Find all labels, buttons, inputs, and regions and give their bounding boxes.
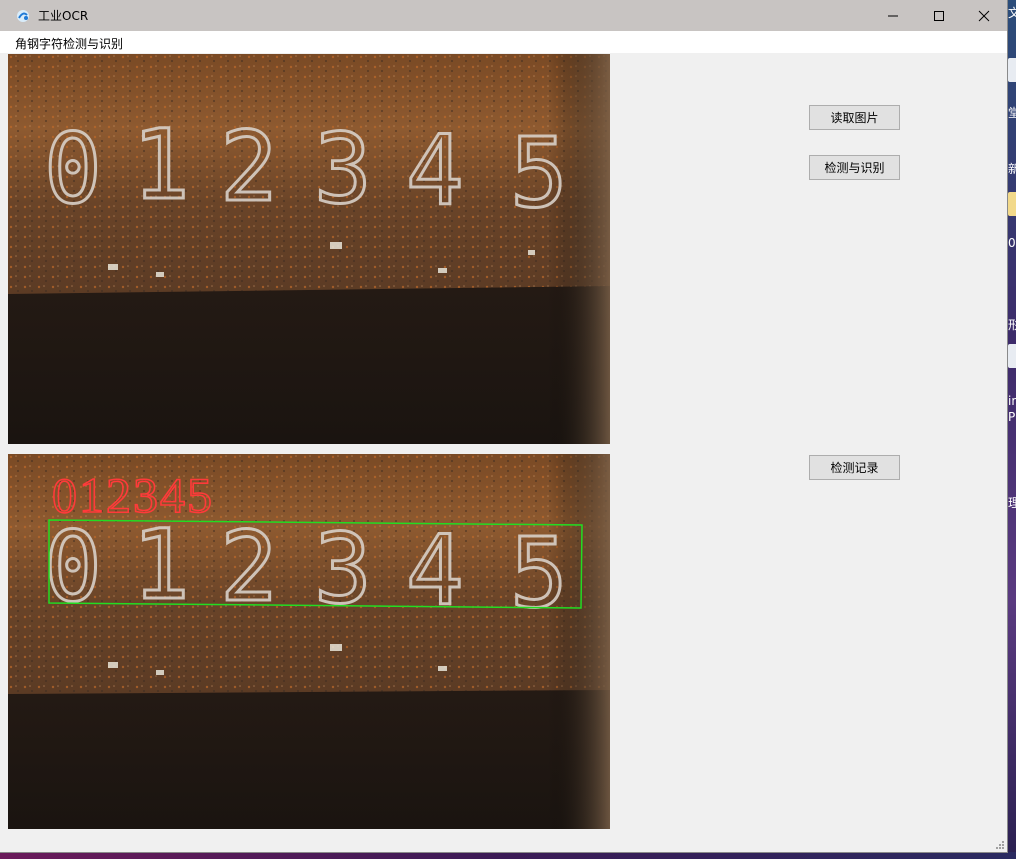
desktop-icon-label: 形 <box>1008 318 1016 332</box>
stamped-digit: 1 <box>132 109 190 221</box>
minimize-icon <box>888 15 898 16</box>
app-window: 工业OCR 角钢字符检测与识别 0 1 2 3 4 5 0 1 2 3 4 5 … <box>0 0 1007 852</box>
desktop-icon-label: 理 <box>1008 496 1016 510</box>
window-title: 工业OCR <box>38 9 89 23</box>
desktop-icon-label: P <box>1008 410 1016 424</box>
read-image-button[interactable]: 读取图片 <box>809 105 900 130</box>
recognized-text-overlay: 012345 <box>52 467 214 523</box>
stamped-digit: 3 <box>314 513 372 625</box>
minimize-button[interactable] <box>870 0 916 31</box>
stamped-digit: 3 <box>314 113 372 225</box>
menu-item-angle-steel-ocr[interactable]: 角钢字符检测与识别 <box>15 35 123 52</box>
taskbar-edge <box>0 852 1016 859</box>
close-button[interactable] <box>961 0 1007 31</box>
desktop-icon-label: 新 <box>1008 162 1016 176</box>
maximize-button[interactable] <box>916 0 962 31</box>
stamped-digit: 0 <box>44 113 102 225</box>
title-bar[interactable]: 工业OCR <box>0 0 1007 31</box>
resize-grip-icon[interactable] <box>995 840 1005 850</box>
stamped-digit: 4 <box>406 515 464 627</box>
desktop-file-icon[interactable] <box>1008 58 1016 82</box>
maximize-icon <box>934 10 944 21</box>
detect-recognize-button[interactable]: 检测与识别 <box>809 155 900 180</box>
original-image-view: 0 1 2 3 4 5 <box>8 54 610 444</box>
desktop-icon-label: 0 <box>1008 236 1016 250</box>
stamped-digit: 2 <box>220 111 278 223</box>
close-icon <box>978 10 990 21</box>
stamped-digit: 5 <box>510 117 568 229</box>
stamped-digit: 5 <box>510 517 568 629</box>
desktop-app-icon[interactable] <box>1008 344 1016 368</box>
desktop-icon-label: in <box>1008 394 1016 408</box>
desktop-icon-label: 堂 <box>1008 106 1016 120</box>
stamped-digit: 0 <box>44 511 102 623</box>
desktop-background: 文 堂 新 0 形 in P 理 <box>1007 0 1016 859</box>
stamped-digit: 2 <box>220 511 278 623</box>
desktop-icon-label: 文 <box>1008 6 1016 20</box>
menu-bar: 角钢字符检测与识别 <box>0 31 1007 53</box>
desktop-folder-icon[interactable] <box>1008 192 1016 216</box>
stamped-digit: 4 <box>406 115 464 227</box>
detect-records-button[interactable]: 检测记录 <box>809 455 900 480</box>
result-image-view: 0 1 2 3 4 5 012345 <box>8 454 610 829</box>
app-icon <box>16 8 30 22</box>
